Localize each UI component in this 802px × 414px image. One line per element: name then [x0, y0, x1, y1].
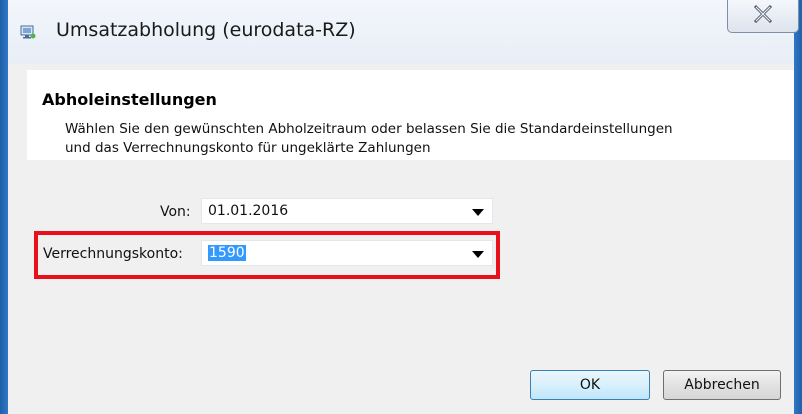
section-description: Wählen Sie den gewünschten Abholzeitraum…: [65, 120, 785, 158]
verrechnungskonto-combobox[interactable]: 1590: [201, 240, 493, 266]
window-title: Umsatzabholung (eurodata-RZ): [56, 19, 356, 41]
header-panel: Abholeinstellungen Wählen Sie den gewüns…: [27, 70, 794, 160]
cancel-button[interactable]: Abbrechen: [663, 370, 781, 400]
von-label: Von:: [160, 204, 191, 220]
chevron-down-icon[interactable]: [472, 251, 484, 258]
section-title: Abholeinstellungen: [42, 90, 217, 109]
chevron-down-icon[interactable]: [472, 209, 484, 216]
von-date-value: 01.01.2016: [208, 203, 289, 219]
close-button[interactable]: [727, 0, 799, 33]
verrechnungskonto-value: 1590: [208, 245, 246, 261]
window-border-left: [0, 0, 8, 414]
close-icon: [753, 4, 773, 24]
app-icon: [20, 25, 36, 39]
description-line-1: Wählen Sie den gewünschten Abholzeitraum…: [65, 121, 673, 137]
dialog-window: Umsatzabholung (eurodata-RZ) Abholeinste…: [0, 0, 802, 414]
dialog-body: Abholeinstellungen Wählen Sie den gewüns…: [8, 64, 794, 414]
description-line-2: und das Verrechnungskonto für ungeklärte…: [65, 140, 431, 156]
window-border-right: [794, 0, 802, 414]
ok-button[interactable]: OK: [530, 370, 650, 400]
von-date-combobox[interactable]: 01.01.2016: [201, 198, 493, 224]
title-bar[interactable]: Umsatzabholung (eurodata-RZ): [8, 0, 799, 64]
verrechnungskonto-label: Verrechnungskonto:: [43, 246, 183, 262]
